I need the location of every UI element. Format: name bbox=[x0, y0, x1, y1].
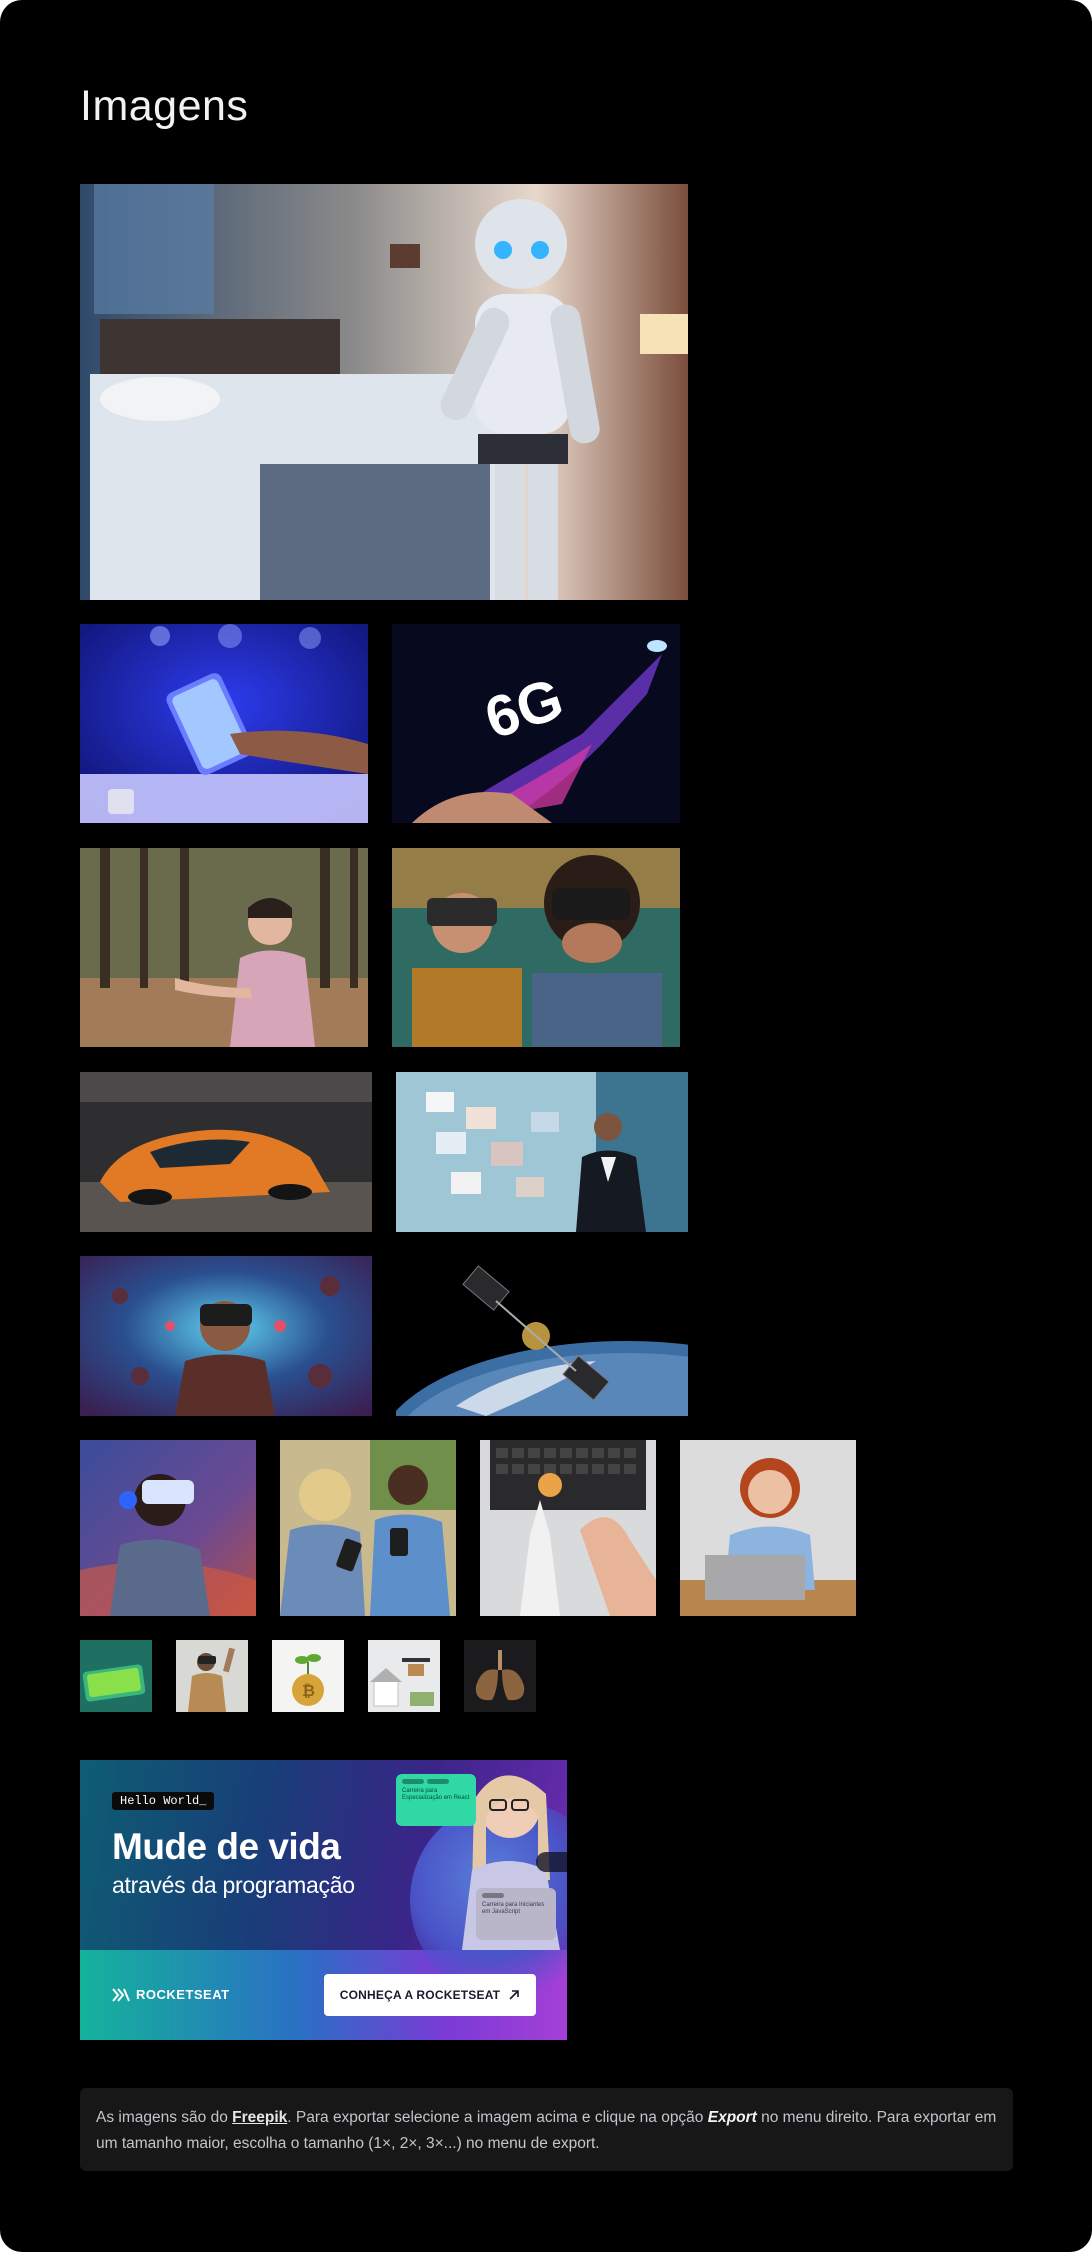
robot-hand-laptop-image[interactable] bbox=[480, 1440, 656, 1616]
side-pill bbox=[536, 1852, 567, 1872]
banner-subheadline: através da programação bbox=[112, 1872, 355, 1898]
smartphone-hologram-image[interactable] bbox=[80, 624, 368, 823]
export-emphasis: Export bbox=[707, 2109, 757, 2126]
cta-label: CONHEÇA A ROCKETSEAT bbox=[339, 1988, 501, 2002]
man-holographic-screens-image[interactable] bbox=[396, 1072, 688, 1232]
note-text: . Para exportar selecione a imagem acima… bbox=[287, 2109, 708, 2126]
woman-phone-laptop-image[interactable] bbox=[680, 1440, 856, 1616]
career-card-javascript: Carreira para Iniciantes em JavaScript bbox=[476, 1888, 556, 1940]
rocketseat-banner[interactable]: Hello World_ Mude de vida através da pro… bbox=[80, 1760, 567, 2040]
woman-vr-galaxy-image[interactable] bbox=[80, 1440, 256, 1616]
arrow-up-right-icon bbox=[509, 1990, 520, 2000]
lungs-thumbnail[interactable] bbox=[464, 1640, 536, 1712]
vr-man-thumbnail[interactable] bbox=[176, 1640, 248, 1712]
conheca-rocketseat-button[interactable]: CONHEÇA A ROCKETSEAT bbox=[324, 1974, 536, 2016]
freepik-link[interactable]: Freepik bbox=[232, 2109, 287, 2126]
info-note: As imagens são do Freepik. Para exportar… bbox=[80, 2088, 1013, 2171]
rocketseat-logo-text: ROCKETSEAT bbox=[136, 1987, 230, 2002]
people-phones-image[interactable] bbox=[280, 1440, 456, 1616]
career-card-react: Carreira para Especialização em React bbox=[396, 1774, 476, 1826]
6g-rocket-phone-image[interactable]: 6G bbox=[392, 624, 680, 823]
bitcoin-plant-thumbnail[interactable]: ₿ bbox=[272, 1640, 344, 1712]
robot-hotel-room-image[interactable] bbox=[80, 184, 688, 600]
rocketseat-logo-icon bbox=[112, 1987, 130, 2002]
hello-world-badge: Hello World_ bbox=[112, 1792, 215, 1810]
kids-vr-headsets-image[interactable] bbox=[392, 848, 680, 1047]
page-title: Imagens bbox=[80, 82, 249, 130]
rocketseat-logo: ROCKETSEAT bbox=[112, 1987, 230, 2002]
woman-smartwatch-forest-image[interactable] bbox=[80, 848, 368, 1047]
canvas-frame: Imagens 6G ₿ Hello World_ Mude de vida a… bbox=[0, 0, 1092, 2252]
satellite-earth-image[interactable] bbox=[396, 1256, 688, 1416]
man-vr-space-image[interactable] bbox=[80, 1256, 372, 1416]
banner-headline: Mude de vida bbox=[112, 1826, 341, 1867]
note-text: As imagens são do bbox=[96, 2109, 233, 2126]
drone-house-thumbnail[interactable] bbox=[368, 1640, 440, 1712]
svg-text:₿: ₿ bbox=[302, 1682, 315, 1700]
orange-futuristic-car-image[interactable] bbox=[80, 1072, 372, 1232]
green-phone-thumbnail[interactable] bbox=[80, 1640, 152, 1712]
